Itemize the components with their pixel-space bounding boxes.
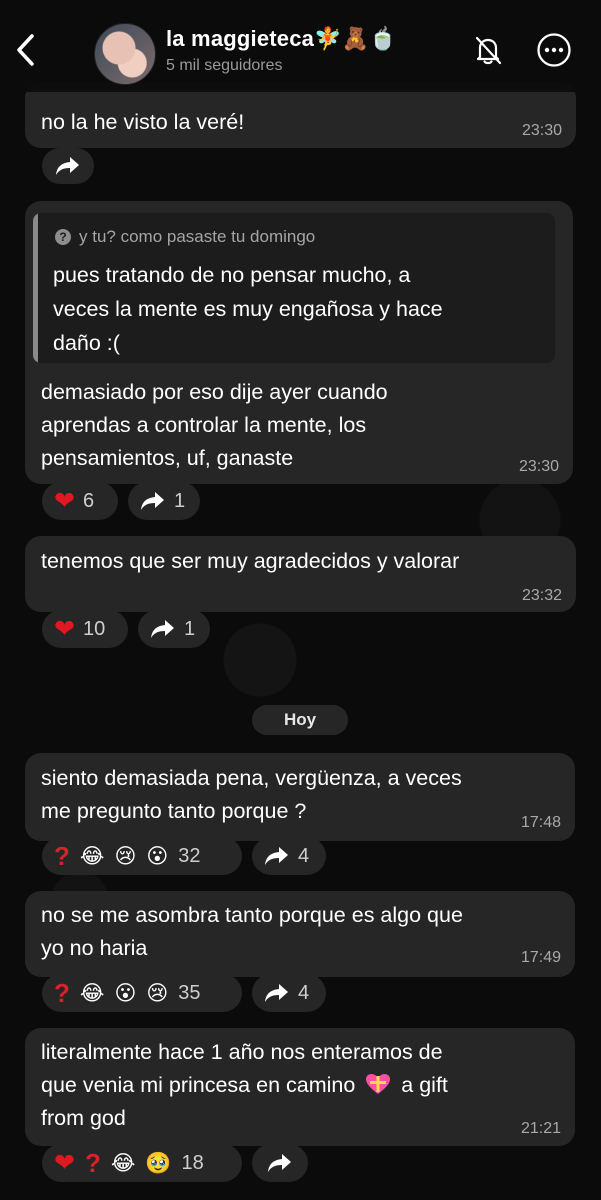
surprised-icon: 😮 [146,844,169,868]
message-line: literalmente hace 1 año nos enteramos de [41,1040,443,1064]
channel-header: la maggieteca🧚🧸🍵 5 mil seguidores [0,0,601,92]
channel-avatar[interactable] [94,23,156,85]
message-text: no se me asombra tanto porque es algo qu… [41,899,463,965]
forward-pill[interactable]: 4 [252,837,326,875]
message-text: demasiado por eso dije ayer cuando apren… [41,376,388,475]
channel-title[interactable]: la maggieteca🧚🧸🍵 [166,26,397,52]
message-line: aprendas a controlar la mente, los [41,413,367,437]
heart-icon: ❤ [54,1148,75,1177]
quote-line: veces la mente es muy engañosa y hace [53,297,443,321]
forward-button[interactable] [42,148,94,184]
reaction-count: 32 [178,844,201,867]
forward-arrow-icon [265,847,288,865]
more-options-button[interactable] [534,30,574,70]
quoted-reply[interactable]: ? y tu? como pasaste tu domingo pues tra… [33,213,555,363]
message-line: siento demasiada pena, vergüenza, a vece… [41,766,462,790]
quote-question: y tu? como pasaste tu domingo [79,227,316,246]
crying-icon: 😢 [114,844,137,868]
message-bubble[interactable]: ? y tu? como pasaste tu domingo pues tra… [25,201,573,484]
question-icon: ? [55,229,71,245]
reaction-pill[interactable]: ❤ 6 [42,482,118,520]
heart-icon: ❤ [54,614,75,643]
message-line-part: a gift [401,1073,448,1097]
message-time: 17:49 [520,949,561,966]
forward-arrow-icon [56,157,79,175]
heart-icon: ❤ [54,486,75,515]
forward-arrow-icon [265,984,288,1002]
forward-pill[interactable]: 1 [128,482,200,520]
message-line: pensamientos, uf, ganaste [41,446,294,470]
mute-button[interactable] [468,30,508,70]
reaction-count: 18 [181,1151,204,1174]
message-text: tenemos que ser muy agradecidos y valora… [41,549,460,573]
message-text: no la he visto la veré! [41,110,245,134]
bell-slash-icon [475,36,502,65]
day-separator: Hoy [252,705,348,735]
message-line-part: que venia mi princesa en camino [41,1073,356,1097]
forward-arrow-icon [141,492,164,510]
message-bubble[interactable]: tenemos que ser muy agradecidos y valora… [25,536,576,612]
pleading-face-icon: 🥹 [145,1151,172,1175]
sparkling-heart-icon [366,1074,391,1094]
message-time: 21:21 [520,1120,561,1137]
laughing-icon: 😂 [79,844,105,868]
chevron-left-icon [17,34,34,66]
more-horizontal-icon [537,33,571,67]
quote-line: pues tratando de no pensar mucho, a [53,263,411,287]
laughing-icon: 😂 [110,1151,136,1175]
forward-pill[interactable] [252,1144,308,1182]
question-mark-icon: ? [84,1148,101,1178]
message-bubble[interactable]: literalmente hace 1 año nos enteramos de… [25,1028,575,1146]
surprised-icon: 😮 [114,981,137,1005]
laughing-icon: 😂 [79,981,105,1005]
message-bubble[interactable]: siento demasiada pena, vergüenza, a vece… [25,753,575,841]
back-button[interactable] [10,30,40,70]
message-time: 23:30 [518,458,559,475]
message-line: yo no haria [41,936,148,960]
question-mark-icon: ? [54,841,70,871]
forward-count: 4 [298,981,310,1004]
reaction-pill[interactable]: ❤ ? 😂 🥹 18 [42,1144,242,1182]
reaction-count: 35 [178,981,201,1004]
reaction-pill[interactable]: ❤ 10 [42,610,128,648]
reaction-count: 6 [82,489,95,512]
message-line: demasiado por eso dije ayer cuando [41,380,388,404]
forward-count: 1 [184,617,196,640]
crying-icon: 😢 [146,981,169,1005]
message-line: que venia mi princesa en camino a gift [41,1069,448,1102]
reaction-pill[interactable]: ? 😂 😮 😢 35 [42,974,242,1012]
message-time: 23:32 [521,587,562,604]
forward-arrow-icon [151,620,174,638]
message-text: siento demasiada pena, vergüenza, a vece… [41,762,462,828]
follower-count: 5 mil seguidores [166,57,283,74]
message-line: me pregunto tanto porque ? [41,799,307,823]
quote-line: daño :( [53,331,120,355]
message-line: no se me asombra tanto porque es algo qu… [41,903,463,927]
reaction-pill[interactable]: ? 😂 😢 😮 32 [42,837,242,875]
quote-header: ? y tu? como pasaste tu domingo [55,227,315,247]
forward-pill[interactable]: 1 [138,610,210,648]
forward-count: 1 [174,489,186,512]
quote-accent-bar [33,213,38,363]
quote-text: pues tratando de no pensar mucho, a vece… [53,258,443,360]
message-time: 17:48 [520,814,561,831]
message-time: 23:30 [521,122,562,139]
message-text: literalmente hace 1 año nos enteramos de… [41,1036,448,1135]
reaction-count: 10 [82,617,106,640]
message-line: from god [41,1106,126,1130]
message-bubble[interactable]: no se me asombra tanto porque es algo qu… [25,891,575,977]
forward-count: 4 [298,844,310,867]
question-mark-icon: ? [54,978,70,1008]
forward-arrow-icon [268,1154,291,1172]
forward-pill[interactable]: 4 [252,974,326,1012]
